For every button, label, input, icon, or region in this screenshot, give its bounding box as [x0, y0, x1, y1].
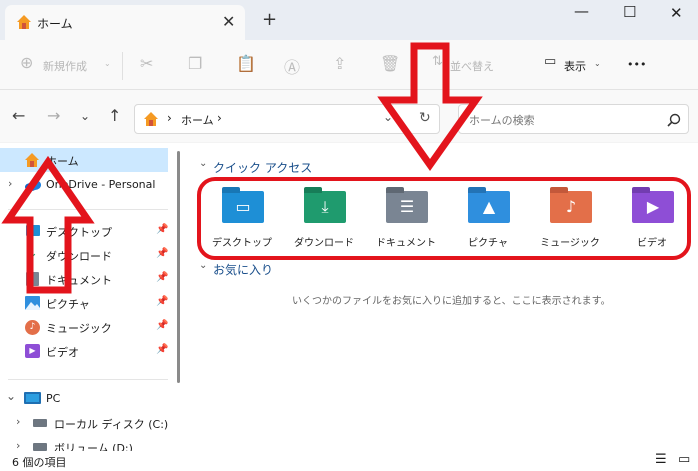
annotation-arrows	[1, 42, 483, 294]
annotation-arrow-down	[377, 42, 483, 172]
annotation-arrow-up	[1, 155, 95, 294]
